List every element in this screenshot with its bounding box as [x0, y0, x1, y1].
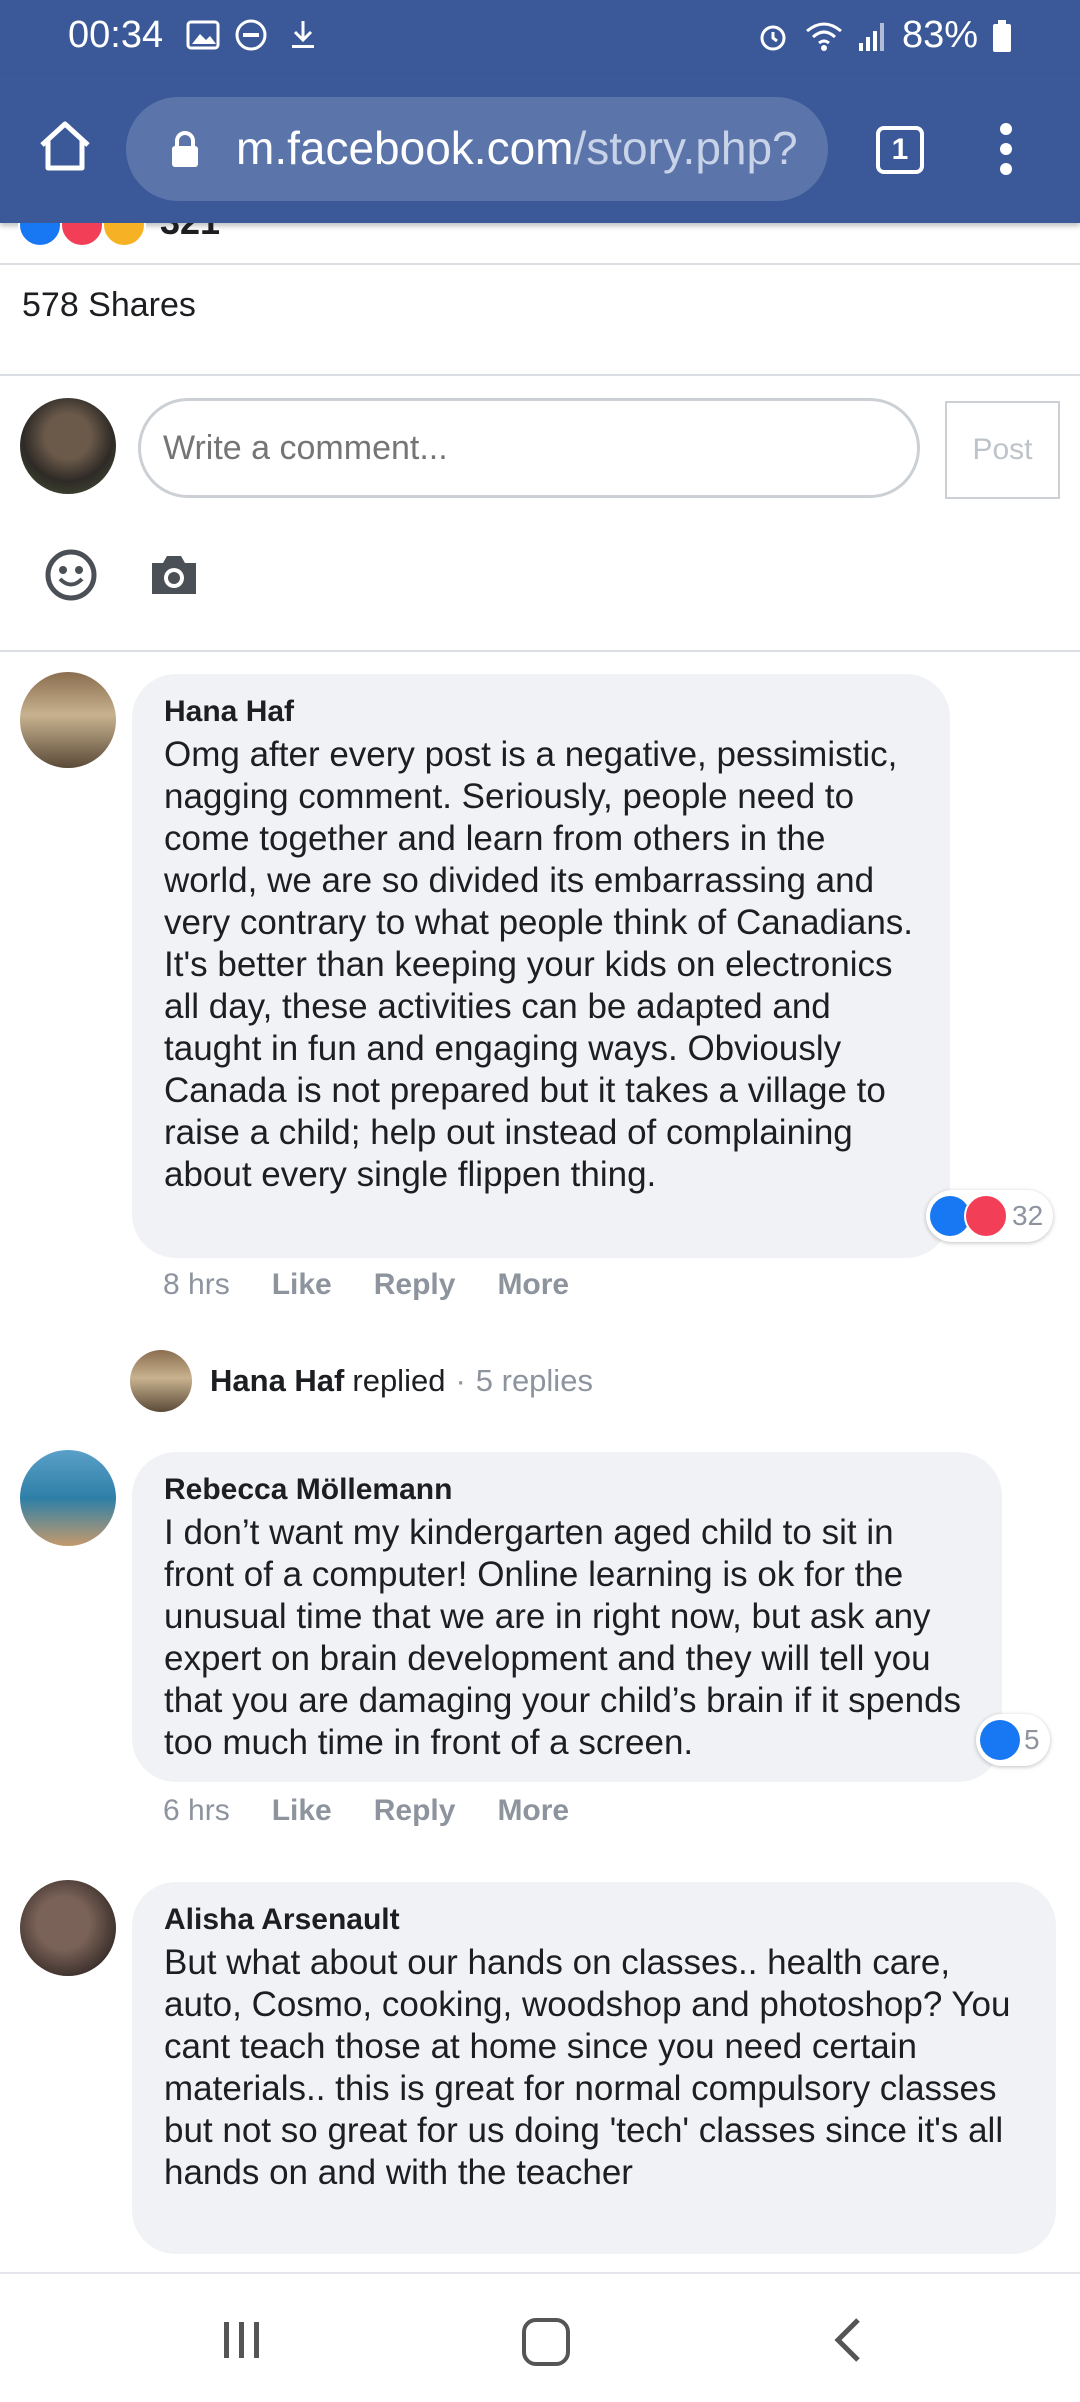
- reaction-count: 5: [1024, 1724, 1040, 1755]
- divider: [0, 374, 1080, 376]
- comment-bubble: Alisha Arsenault But what about our hand…: [132, 1882, 1056, 2254]
- signal-icon: [858, 22, 884, 51]
- gallery-icon: [186, 20, 220, 50]
- url-domain: m.facebook.com: [236, 122, 574, 174]
- more-button[interactable]: More: [497, 1794, 569, 1828]
- more-button[interactable]: More: [497, 1268, 569, 1302]
- like-icon: [980, 1720, 1020, 1760]
- clock: 00:34: [68, 14, 164, 56]
- comment-author[interactable]: Hana Haf: [164, 690, 918, 734]
- browser-toolbar: m.facebook.com/story.php? 1: [0, 75, 1080, 223]
- comment-actions: 8 hrs Like Reply More: [163, 1268, 569, 1302]
- alarm-icon: [760, 25, 786, 50]
- like-icon: [18, 223, 62, 247]
- separator: ·: [455, 1363, 466, 1398]
- reply-author: Hana Haf: [210, 1363, 345, 1398]
- reaction-count: 321: [160, 223, 220, 243]
- comment-actions: 6 hrs Like Reply More: [163, 1794, 569, 1828]
- avatar[interactable]: [20, 1450, 116, 1546]
- comment-time[interactable]: 8 hrs: [163, 1268, 230, 1302]
- comment-text: Omg after every post is a negative, pess…: [164, 735, 914, 1194]
- status-bar: 00:34 83%: [0, 0, 1080, 75]
- divider: [0, 650, 1080, 652]
- comment-reactions[interactable]: 32: [926, 1190, 1054, 1242]
- wifi-icon: [805, 22, 842, 51]
- home-button[interactable]: [522, 2318, 570, 2366]
- reply-button[interactable]: Reply: [374, 1794, 456, 1828]
- love-icon: [60, 223, 104, 247]
- tab-switcher-button[interactable]: 1: [876, 126, 924, 174]
- address-bar[interactable]: m.facebook.com/story.php?: [126, 97, 828, 201]
- recent-apps-icon[interactable]: [222, 2320, 262, 2360]
- like-button[interactable]: Like: [272, 1794, 332, 1828]
- system-nav-bar: [0, 2272, 1080, 2402]
- download-icon: [292, 21, 314, 48]
- lock-icon: [172, 131, 198, 167]
- url-path: /story.php?: [573, 122, 798, 174]
- haha-icon: [102, 223, 146, 247]
- more-vertical-icon[interactable]: [996, 123, 1016, 179]
- avatar[interactable]: [20, 398, 116, 494]
- love-icon: [964, 1194, 1008, 1238]
- replies-summary[interactable]: Hana Haf replied · 5 replies: [130, 1350, 593, 1412]
- comment-author[interactable]: Rebecca Möllemann: [164, 1468, 970, 1512]
- battery-percent: 83%: [901, 14, 978, 56]
- comment-reactions[interactable]: 5: [976, 1714, 1050, 1766]
- do-not-disturb-icon: [235, 19, 267, 51]
- avatar: [130, 1350, 192, 1412]
- comment-author[interactable]: Alisha Arsenault: [164, 1898, 1024, 1942]
- comment-bubble: Hana Haf Omg after every post is a negat…: [132, 674, 950, 1258]
- avatar[interactable]: [20, 672, 116, 768]
- shares-count[interactable]: 578 Shares: [22, 286, 196, 325]
- comment-text: But what about our hands on classes.. he…: [164, 1943, 1011, 2192]
- comment-time[interactable]: 6 hrs: [163, 1794, 230, 1828]
- reaction-count: 32: [1012, 1200, 1044, 1231]
- status-right: 83%: [756, 14, 1012, 57]
- reply-verb: replied: [352, 1363, 446, 1398]
- reactions-summary[interactable]: 321: [0, 223, 1080, 265]
- camera-icon[interactable]: [148, 553, 200, 597]
- url-text: m.facebook.com/story.php?: [236, 121, 798, 175]
- back-icon[interactable]: [832, 2318, 862, 2362]
- comment-bubble: Rebecca Möllemann I don’t want my kinder…: [132, 1452, 1002, 1782]
- home-icon[interactable]: [36, 117, 94, 175]
- reply-button[interactable]: Reply: [374, 1268, 456, 1302]
- avatar[interactable]: [20, 1880, 116, 1976]
- comment-text: I don’t want my kindergarten aged child …: [164, 1513, 962, 1762]
- comment-input[interactable]: [138, 398, 920, 498]
- reply-count: 5 replies: [475, 1363, 593, 1398]
- like-button[interactable]: Like: [272, 1268, 332, 1302]
- emoji-icon[interactable]: [44, 548, 98, 602]
- battery-icon: [993, 19, 1011, 52]
- post-button[interactable]: Post: [945, 401, 1060, 499]
